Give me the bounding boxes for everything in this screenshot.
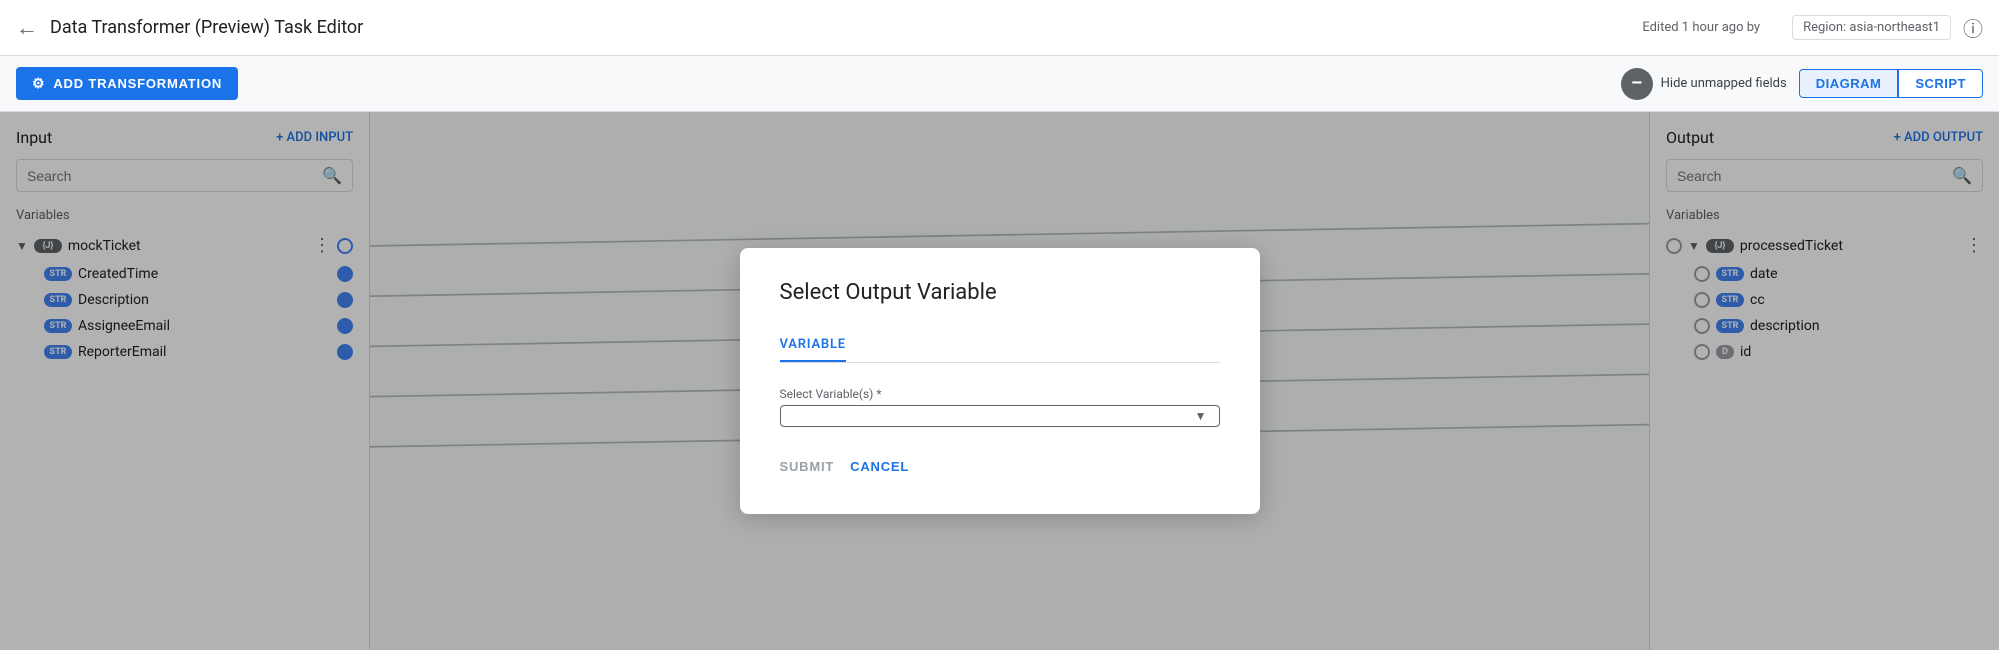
page-title: Data Transformer (Preview) Task Editor bbox=[50, 17, 1642, 38]
modal-tabs: VARIABLE bbox=[780, 329, 1220, 363]
region-badge: Region: asia-northeast1 bbox=[1792, 15, 1951, 40]
main-area: Input + ADD INPUT 🔍 Variables ▼ {J} mock… bbox=[0, 112, 1999, 650]
add-transformation-button[interactable]: ⚙ ADD TRANSFORMATION bbox=[16, 67, 238, 100]
gear-icon: ⚙ bbox=[32, 75, 45, 92]
cancel-button[interactable]: CANCEL bbox=[850, 451, 909, 482]
select-output-variable-modal: Select Output Variable VARIABLE Select V… bbox=[740, 248, 1260, 514]
submit-button[interactable]: SUBMIT bbox=[780, 451, 835, 482]
top-bar: ← Data Transformer (Preview) Task Editor… bbox=[0, 0, 1999, 56]
modal-title: Select Output Variable bbox=[780, 280, 1220, 305]
info-icon[interactable]: ⓘ bbox=[1963, 13, 1983, 42]
modal-overlay: Select Output Variable VARIABLE Select V… bbox=[0, 112, 1999, 650]
toolbar-right: – Hide unmapped fields DIAGRAM SCRIPT bbox=[1621, 68, 1983, 100]
script-button[interactable]: SCRIPT bbox=[1898, 69, 1983, 98]
edit-meta: Edited 1 hour ago by bbox=[1642, 20, 1760, 35]
modal-select[interactable] bbox=[780, 405, 1220, 427]
modal-field-label: Select Variable(s) * bbox=[780, 387, 1220, 401]
hide-unmapped-label: Hide unmapped fields bbox=[1661, 76, 1787, 91]
diagram-button[interactable]: DIAGRAM bbox=[1799, 69, 1899, 98]
back-button[interactable]: ← bbox=[16, 15, 38, 41]
view-toggle-group: DIAGRAM SCRIPT bbox=[1799, 69, 1983, 98]
toggle-minus-icon[interactable]: – bbox=[1621, 68, 1653, 100]
toolbar: ⚙ ADD TRANSFORMATION – Hide unmapped fie… bbox=[0, 56, 1999, 112]
hide-unmapped-toggle[interactable]: – Hide unmapped fields bbox=[1621, 68, 1787, 100]
modal-actions: SUBMIT CANCEL bbox=[780, 451, 1220, 482]
tab-variable[interactable]: VARIABLE bbox=[780, 329, 846, 362]
